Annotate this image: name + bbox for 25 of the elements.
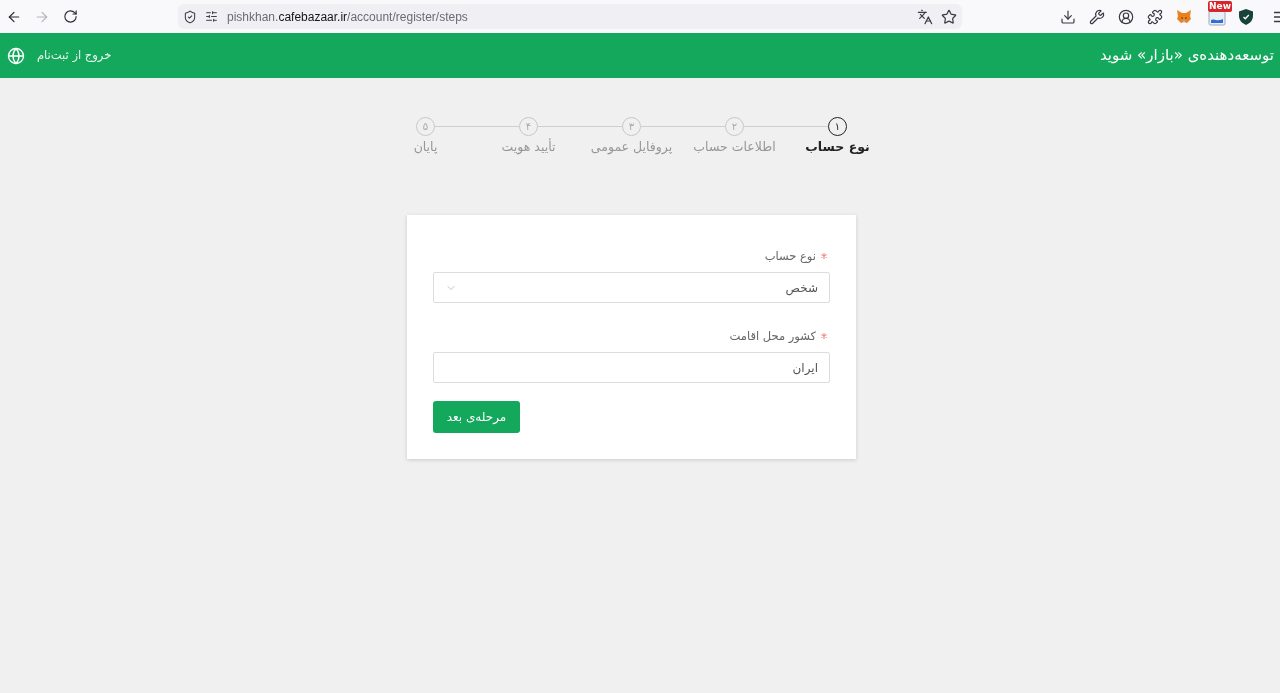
dropdown-field[interactable]: شخص xyxy=(433,272,830,303)
step-label: تأیید هویت xyxy=(501,137,556,157)
star-icon[interactable] xyxy=(941,8,957,25)
translate-icon[interactable] xyxy=(917,8,933,25)
step-label: پایان xyxy=(413,138,438,156)
shield-icon[interactable] xyxy=(1239,8,1253,25)
reload-icon xyxy=(62,9,78,24)
step-label: پروفایل عمومی xyxy=(590,138,673,157)
fox-icon[interactable] xyxy=(1176,9,1192,24)
step-label: اطلاعات حساب xyxy=(693,138,776,156)
shield-check-icon[interactable] xyxy=(183,9,197,24)
text-field[interactable]: ایران xyxy=(433,352,830,383)
new-badge: New xyxy=(1208,0,1232,12)
account-icon[interactable] xyxy=(1118,8,1134,25)
field-label: کشور محل اقامت xyxy=(729,328,816,344)
header-title: توسعه‌دهنده‌ی «بازار» شوید xyxy=(1099,45,1274,67)
globe-icon[interactable] xyxy=(7,46,25,65)
sliders-icon[interactable] xyxy=(205,10,218,23)
address-bar[interactable]: pishkhan.cafebazaar.ir/account/register/steps xyxy=(178,4,962,29)
wrench-icon[interactable] xyxy=(1089,8,1105,25)
puzzle-icon[interactable] xyxy=(1147,8,1163,25)
field-label: نوع حساب xyxy=(764,248,816,264)
step-label: نوع حساب xyxy=(805,138,870,156)
url-text: pishkhan.cafebazaar.ir/account/register/steps xyxy=(227,8,468,26)
download-icon[interactable] xyxy=(1060,8,1076,25)
